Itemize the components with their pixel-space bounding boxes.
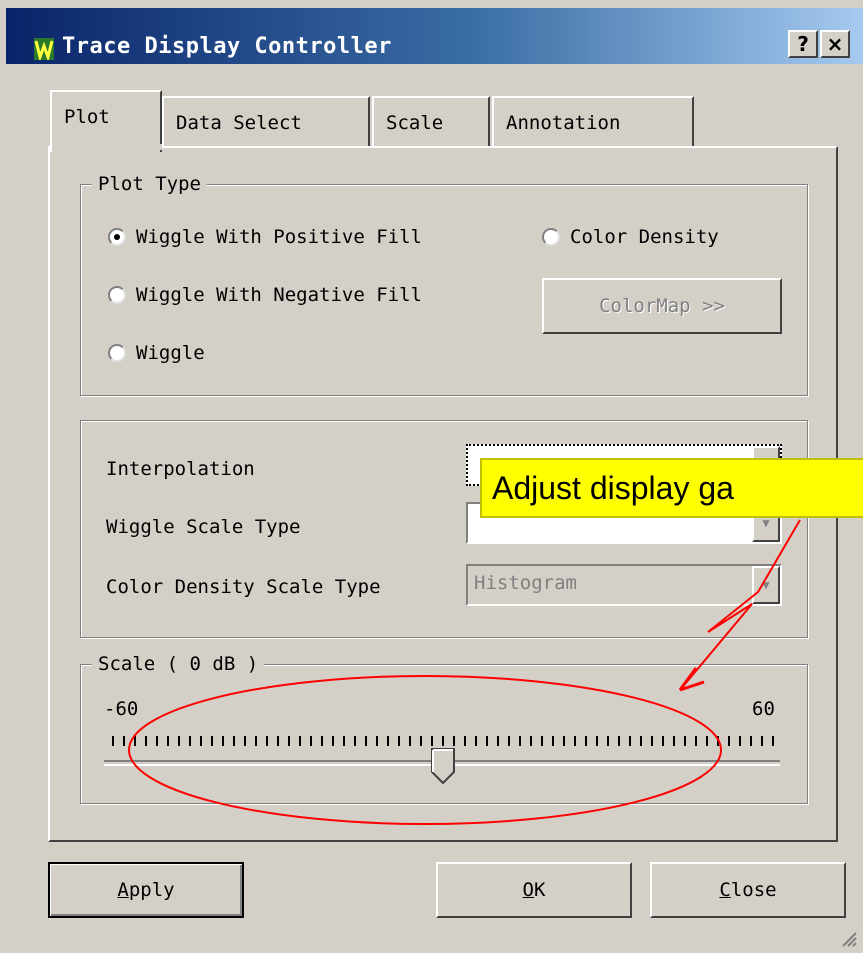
slider-ticks bbox=[112, 736, 774, 746]
color-density-scale-type-label: Color Density Scale Type bbox=[106, 576, 381, 598]
wiggle-scale-type-label: Wiggle Scale Type bbox=[106, 516, 301, 538]
dialog-window: Trace Display Controller ? × Plot Data S… bbox=[0, 0, 863, 953]
resize-grip-icon[interactable] bbox=[839, 929, 857, 947]
radio-wiggle-negative-fill[interactable]: Wiggle With Negative Fill bbox=[108, 280, 422, 310]
interpolation-label: Interpolation bbox=[106, 458, 255, 480]
radio-label: Wiggle With Positive Fill bbox=[136, 226, 422, 248]
button-label: Close bbox=[719, 879, 777, 901]
color-density-scale-type-select[interactable]: Histogram ▼ bbox=[466, 564, 782, 606]
radio-label: Wiggle With Negative Fill bbox=[136, 284, 422, 306]
ok-button[interactable]: OK bbox=[436, 862, 632, 918]
radio-indicator bbox=[542, 228, 560, 246]
slider-thumb[interactable] bbox=[431, 748, 455, 784]
scale-max-label: 60 bbox=[752, 698, 775, 720]
apply-button[interactable]: Apply bbox=[48, 862, 244, 918]
close-button[interactable]: Close bbox=[650, 862, 846, 918]
scale-legend: Scale ( 0 dB ) bbox=[92, 653, 265, 675]
button-label: Apply bbox=[117, 879, 175, 901]
button-label: OK bbox=[522, 879, 546, 901]
chevron-down-icon[interactable]: ▼ bbox=[752, 566, 780, 604]
colormap-button[interactable]: ColorMap >> bbox=[542, 278, 782, 334]
radio-label: Color Density bbox=[570, 226, 719, 248]
radio-wiggle-positive-fill[interactable]: Wiggle With Positive Fill bbox=[108, 222, 422, 252]
radio-indicator bbox=[108, 228, 126, 246]
scale-min-label: -60 bbox=[104, 698, 139, 720]
plot-type-legend: Plot Type bbox=[92, 173, 207, 195]
annotation-callout: Adjust display ga bbox=[480, 458, 863, 518]
radio-indicator bbox=[108, 286, 126, 304]
radio-color-density[interactable]: Color Density bbox=[542, 222, 719, 252]
color-density-scale-type-value: Histogram bbox=[474, 572, 577, 594]
radio-label: Wiggle bbox=[136, 342, 205, 364]
radio-indicator bbox=[108, 344, 126, 362]
radio-wiggle[interactable]: Wiggle bbox=[108, 338, 205, 368]
